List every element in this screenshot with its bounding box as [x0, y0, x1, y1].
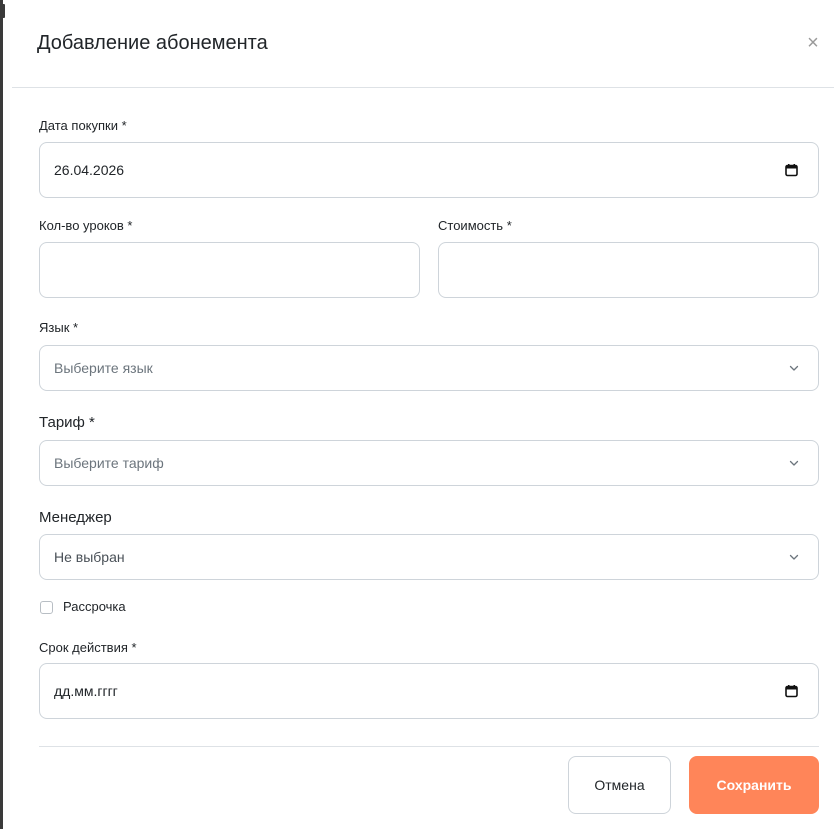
lessons-count-label: Кол-во уроков *: [39, 218, 133, 233]
cancel-button[interactable]: Отмена: [568, 756, 671, 814]
chevron-down-icon: [789, 554, 799, 560]
language-label: Язык *: [39, 320, 79, 335]
manager-select[interactable]: Не выбран: [39, 534, 819, 580]
price-label: Стоимость *: [438, 218, 512, 233]
window-edge-marker: [0, 4, 5, 18]
modal-title: Добавление абонемента: [37, 32, 268, 54]
close-button[interactable]: ×: [804, 32, 822, 54]
chevron-down-icon: [789, 460, 799, 466]
save-button[interactable]: Сохранить: [689, 756, 819, 814]
modal-header: Добавление абонемента ×: [12, 0, 834, 88]
manager-select-value: Не выбран: [54, 549, 125, 565]
footer-divider: [39, 746, 819, 747]
expiry-date-field[interactable]: дд.мм.гггг: [39, 663, 819, 719]
tariff-select[interactable]: Выберите тариф: [39, 440, 819, 486]
add-subscription-modal: Добавление абонемента × Дата покупки * 2…: [12, 0, 834, 829]
price-field[interactable]: [438, 242, 819, 298]
tariff-select-value: Выберите тариф: [54, 455, 164, 471]
calendar-icon[interactable]: [785, 164, 798, 177]
close-icon: ×: [807, 32, 819, 54]
purchase-date-value: 26.04.2026: [54, 162, 125, 178]
manager-label: Менеджер: [39, 509, 112, 526]
purchase-date-label: Дата покупки *: [39, 118, 127, 133]
tariff-label: Тариф *: [39, 414, 95, 431]
language-select[interactable]: Выберите язык: [39, 345, 819, 391]
price-input[interactable]: [439, 243, 818, 297]
lessons-count-input[interactable]: [40, 243, 419, 297]
purchase-date-field[interactable]: 26.04.2026: [39, 142, 819, 198]
expiry-date-label: Срок действия *: [39, 640, 137, 655]
language-select-value: Выберите язык: [54, 360, 153, 376]
lessons-count-field[interactable]: [39, 242, 420, 298]
expiry-date-value: дд.мм.гггг: [54, 683, 118, 699]
window-edge: [0, 0, 3, 829]
chevron-down-icon: [789, 365, 799, 371]
installment-checkbox[interactable]: [40, 601, 53, 614]
installment-label[interactable]: Рассрочка: [63, 599, 126, 614]
calendar-icon[interactable]: [785, 685, 798, 698]
